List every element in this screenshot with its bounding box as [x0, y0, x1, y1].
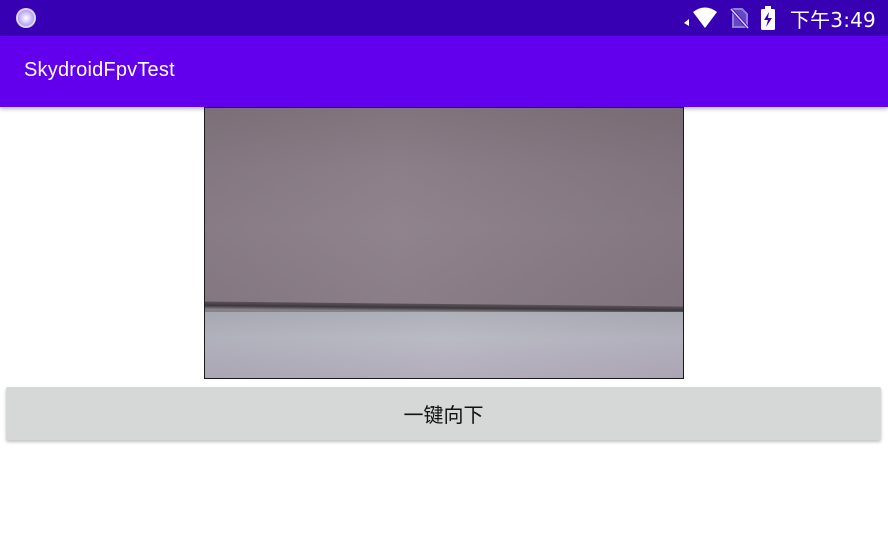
video-wall-area	[205, 108, 683, 308]
no-sim-icon	[728, 6, 750, 30]
status-clock: 下午3:49	[789, 7, 876, 32]
video-preview[interactable]	[204, 107, 684, 379]
status-bar: 下午3:49	[0, 0, 888, 36]
status-icons: 下午3:49	[683, 0, 876, 36]
app-title: SkydroidFpvTest	[24, 59, 175, 81]
wifi-icon	[683, 6, 718, 30]
app-bar: SkydroidFpvTest	[0, 36, 888, 107]
app-notification-icon	[16, 8, 36, 28]
app-screen: 下午3:49 SkydroidFpvTest 一键向下	[0, 0, 888, 540]
video-floor-area	[205, 312, 683, 378]
battery-charging-icon	[760, 5, 776, 31]
move-down-button[interactable]: 一键向下	[6, 387, 881, 440]
